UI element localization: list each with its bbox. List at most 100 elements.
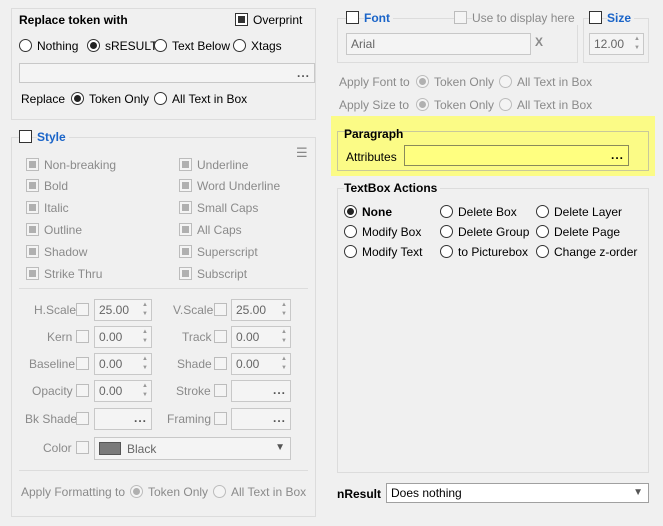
nresult-label: nResult bbox=[337, 487, 382, 501]
opacity-spinner[interactable]: ▲ ▼ bbox=[141, 382, 149, 400]
color-checkbox[interactable] bbox=[76, 441, 89, 454]
color-dropdown[interactable]: Black ▼ bbox=[94, 437, 291, 460]
subscript-checkbox[interactable] bbox=[179, 267, 192, 280]
action-none-radio[interactable] bbox=[344, 205, 357, 218]
radio-text-below-label: Text Below bbox=[172, 39, 231, 53]
radio-sresult-label: sRESULT bbox=[105, 39, 158, 53]
shade-spinner[interactable]: ▲ ▼ bbox=[280, 355, 288, 373]
font-checkbox[interactable] bbox=[346, 11, 359, 24]
strikethru-checkbox[interactable] bbox=[26, 267, 39, 280]
font-name-input[interactable]: Arial bbox=[346, 33, 531, 55]
apply-font-all-label: All Text in Box bbox=[517, 75, 593, 89]
list-icon[interactable]: ☰ bbox=[296, 146, 308, 160]
action-delete-group-label: Delete Group bbox=[458, 225, 530, 239]
stroke-input[interactable]: ... bbox=[231, 380, 291, 402]
attributes-browse-button[interactable]: ... bbox=[611, 146, 624, 164]
superscript-checkbox[interactable] bbox=[179, 245, 192, 258]
hscale-spinner[interactable]: ▲ ▼ bbox=[141, 301, 149, 319]
underline-label: Underline bbox=[197, 158, 249, 172]
style-checkbox[interactable] bbox=[19, 130, 32, 143]
framing-label: Framing bbox=[167, 412, 212, 426]
replace-token-only-radio[interactable] bbox=[71, 92, 84, 105]
radio-xtags[interactable] bbox=[233, 39, 246, 52]
size-input[interactable]: 12.00 ▲ ▼ bbox=[589, 33, 644, 55]
action-change-zorder-radio[interactable] bbox=[536, 245, 549, 258]
radio-sresult[interactable] bbox=[87, 39, 100, 52]
apply-font-token-radio[interactable] bbox=[416, 75, 429, 88]
nonbreaking-checkbox[interactable] bbox=[26, 158, 39, 171]
apply-formatting-all-radio[interactable] bbox=[213, 485, 226, 498]
baseline-input[interactable]: 0.00 ▲ ▼ bbox=[94, 353, 152, 375]
shade-checkbox[interactable] bbox=[214, 357, 227, 370]
outline-label: Outline bbox=[44, 223, 83, 237]
apply-font-all-radio[interactable] bbox=[499, 75, 512, 88]
kern-spinner[interactable]: ▲ ▼ bbox=[141, 328, 149, 346]
framing-browse-button[interactable]: ... bbox=[273, 409, 286, 427]
action-delete-page-radio[interactable] bbox=[536, 225, 549, 238]
radio-text-below[interactable] bbox=[154, 39, 167, 52]
baseline-checkbox[interactable] bbox=[76, 357, 89, 370]
strikethru-label: Strike Thru bbox=[44, 267, 103, 281]
apply-formatting-token-radio[interactable] bbox=[130, 485, 143, 498]
small-caps-checkbox[interactable] bbox=[179, 201, 192, 214]
vscale-checkbox[interactable] bbox=[214, 303, 227, 316]
track-checkbox[interactable] bbox=[214, 330, 227, 343]
outline-checkbox[interactable] bbox=[26, 223, 39, 236]
replace-token-browse-button[interactable]: ... bbox=[297, 64, 310, 82]
font-clear-button[interactable]: X bbox=[535, 35, 543, 49]
subscript-label: Subscript bbox=[197, 267, 248, 281]
all-caps-label: All Caps bbox=[197, 223, 242, 237]
action-delete-group-radio[interactable] bbox=[440, 225, 453, 238]
stroke-label: Stroke bbox=[176, 384, 211, 398]
apply-size-token-radio[interactable] bbox=[416, 98, 429, 111]
italic-label: Italic bbox=[44, 201, 69, 215]
replace-token-field[interactable]: ... bbox=[19, 63, 315, 83]
radio-xtags-label: Xtags bbox=[251, 39, 282, 53]
action-to-picturebox-radio[interactable] bbox=[440, 245, 453, 258]
opacity-checkbox[interactable] bbox=[76, 384, 89, 397]
color-swatch bbox=[99, 442, 121, 455]
stroke-browse-button[interactable]: ... bbox=[273, 381, 286, 399]
action-change-zorder-label: Change z-order bbox=[554, 245, 638, 259]
track-spinner[interactable]: ▲ ▼ bbox=[280, 328, 288, 346]
word-underline-label: Word Underline bbox=[197, 179, 281, 193]
shadow-checkbox[interactable] bbox=[26, 245, 39, 258]
framing-checkbox[interactable] bbox=[214, 412, 227, 425]
nonbreaking-label: Non-breaking bbox=[44, 158, 117, 172]
attributes-input[interactable]: ... bbox=[404, 145, 629, 166]
stroke-checkbox[interactable] bbox=[214, 384, 227, 397]
size-checkbox[interactable] bbox=[589, 11, 602, 24]
kern-input[interactable]: 0.00 ▲ ▼ bbox=[94, 326, 152, 348]
word-underline-checkbox[interactable] bbox=[179, 179, 192, 192]
use-display-checkbox[interactable] bbox=[454, 11, 467, 24]
apply-size-all-radio[interactable] bbox=[499, 98, 512, 111]
bkshade-input[interactable]: ... bbox=[94, 408, 152, 430]
replace-all-text-radio[interactable] bbox=[154, 92, 167, 105]
italic-checkbox[interactable] bbox=[26, 201, 39, 214]
radio-nothing[interactable] bbox=[19, 39, 32, 52]
vscale-input[interactable]: 25.00 ▲ ▼ bbox=[231, 299, 291, 321]
action-modify-text-radio[interactable] bbox=[344, 245, 357, 258]
action-delete-layer-label: Delete Layer bbox=[554, 205, 623, 219]
action-modify-box-radio[interactable] bbox=[344, 225, 357, 238]
opacity-input[interactable]: 0.00 ▲ ▼ bbox=[94, 380, 152, 402]
baseline-spinner[interactable]: ▲ ▼ bbox=[141, 355, 149, 373]
bkshade-checkbox[interactable] bbox=[76, 412, 89, 425]
all-caps-checkbox[interactable] bbox=[179, 223, 192, 236]
overprint-checkbox[interactable] bbox=[235, 13, 248, 26]
action-delete-box-radio[interactable] bbox=[440, 205, 453, 218]
track-input[interactable]: 0.00 ▲ ▼ bbox=[231, 326, 291, 348]
action-delete-layer-radio[interactable] bbox=[536, 205, 549, 218]
shade-input[interactable]: 0.00 ▲ ▼ bbox=[231, 353, 291, 375]
vscale-spinner[interactable]: ▲ ▼ bbox=[280, 301, 288, 319]
kern-checkbox[interactable] bbox=[76, 330, 89, 343]
underline-checkbox[interactable] bbox=[179, 158, 192, 171]
size-spinner[interactable]: ▲ ▼ bbox=[633, 35, 641, 53]
hscale-input[interactable]: 25.00 ▲ ▼ bbox=[94, 299, 152, 321]
framing-input[interactable]: ... bbox=[231, 408, 291, 430]
bold-checkbox[interactable] bbox=[26, 179, 39, 192]
nresult-dropdown[interactable]: Does nothing ▼ bbox=[386, 483, 649, 503]
kern-label: Kern bbox=[47, 330, 73, 344]
bkshade-browse-button[interactable]: ... bbox=[134, 409, 147, 427]
hscale-checkbox[interactable] bbox=[76, 303, 89, 316]
